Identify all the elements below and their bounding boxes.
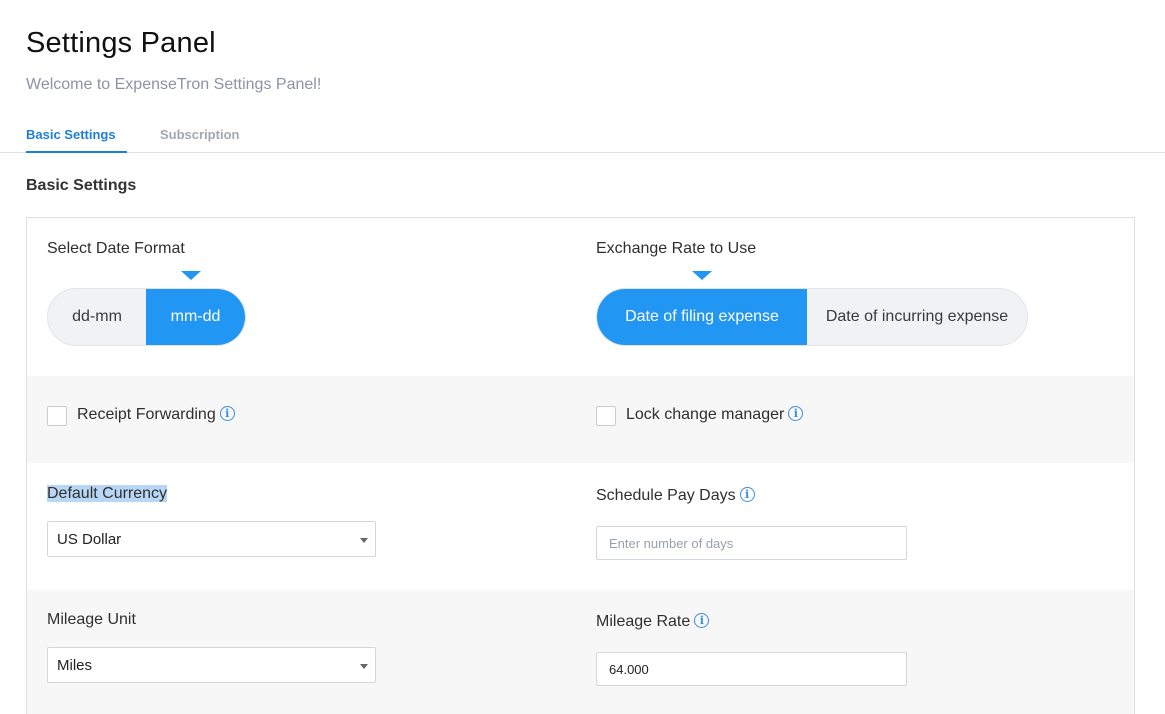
selected-indicator-icon bbox=[181, 271, 201, 280]
selected-indicator-icon bbox=[692, 271, 712, 280]
tab-subscription[interactable]: Subscription bbox=[160, 127, 239, 151]
schedule-pay-days-field: Schedule Pay Days i bbox=[596, 487, 755, 505]
receipt-forwarding-label: Receipt Forwarding bbox=[77, 406, 216, 423]
exchange-rate-option-filing[interactable]: Date of filing expense bbox=[597, 289, 808, 345]
exchange-rate-label: Exchange Rate to Use bbox=[596, 240, 757, 257]
schedule-pay-days-input[interactable]: Enter number of days bbox=[596, 526, 907, 560]
lock-change-manager-field: Lock change manager i bbox=[626, 406, 804, 424]
tab-bar: Basic Settings Subscription bbox=[0, 118, 1165, 153]
page-subtitle: Welcome to ExpenseTron Settings Panel! bbox=[26, 76, 322, 93]
default-currency-label-wrap: Default Currency bbox=[47, 485, 168, 503]
caret-down-icon bbox=[360, 664, 368, 669]
mileage-rate-field: Mileage Rate i bbox=[596, 613, 710, 631]
info-icon[interactable]: i bbox=[739, 487, 755, 502]
default-currency-value: US Dollar bbox=[57, 530, 122, 548]
lock-change-manager-checkbox[interactable] bbox=[596, 406, 616, 426]
settings-row-currency: Default Currency US Dollar Schedule Pay … bbox=[27, 463, 1134, 590]
info-icon[interactable]: i bbox=[788, 406, 804, 421]
exchange-rate-option-incurring[interactable]: Date of incurring expense bbox=[807, 289, 1027, 345]
mileage-rate-input[interactable]: 64.000 bbox=[596, 652, 907, 686]
mileage-unit-label: Mileage Unit bbox=[47, 611, 136, 628]
settings-row-format: Select Date Format dd-mm mm-dd Exchange … bbox=[27, 218, 1134, 376]
mileage-unit-value: Miles bbox=[57, 656, 93, 674]
info-icon[interactable]: i bbox=[219, 406, 235, 421]
date-format-label: Select Date Format bbox=[47, 240, 185, 257]
date-format-option-mm-dd[interactable]: mm-dd bbox=[146, 289, 245, 345]
schedule-pay-days-label: Schedule Pay Days bbox=[596, 487, 736, 504]
exchange-rate-toggle: Date of filing expense Date of incurring… bbox=[596, 288, 1028, 346]
settings-card: Select Date Format dd-mm mm-dd Exchange … bbox=[26, 217, 1135, 714]
receipt-forwarding-field: Receipt Forwarding i bbox=[77, 406, 235, 424]
page-title: Settings Panel bbox=[26, 27, 216, 59]
lock-change-manager-label: Lock change manager bbox=[626, 406, 785, 423]
settings-row-mileage: Mileage Unit Miles Mileage Rate i 64.000 bbox=[27, 590, 1134, 714]
default-currency-label: Default Currency bbox=[47, 485, 168, 502]
date-format-option-dd-mm[interactable]: dd-mm bbox=[48, 289, 146, 345]
default-currency-select[interactable]: US Dollar bbox=[47, 521, 376, 557]
info-icon[interactable]: i bbox=[694, 613, 710, 628]
settings-row-checkboxes: Receipt Forwarding i Lock change manager i bbox=[27, 376, 1134, 463]
mileage-unit-select[interactable]: Miles bbox=[47, 647, 376, 683]
receipt-forwarding-checkbox[interactable] bbox=[47, 406, 67, 426]
mileage-rate-label: Mileage Rate bbox=[596, 613, 691, 630]
caret-down-icon bbox=[360, 538, 368, 543]
section-title: Basic Settings bbox=[26, 177, 137, 194]
tab-basic-settings[interactable]: Basic Settings bbox=[26, 127, 127, 153]
date-format-toggle: dd-mm mm-dd bbox=[47, 288, 246, 346]
